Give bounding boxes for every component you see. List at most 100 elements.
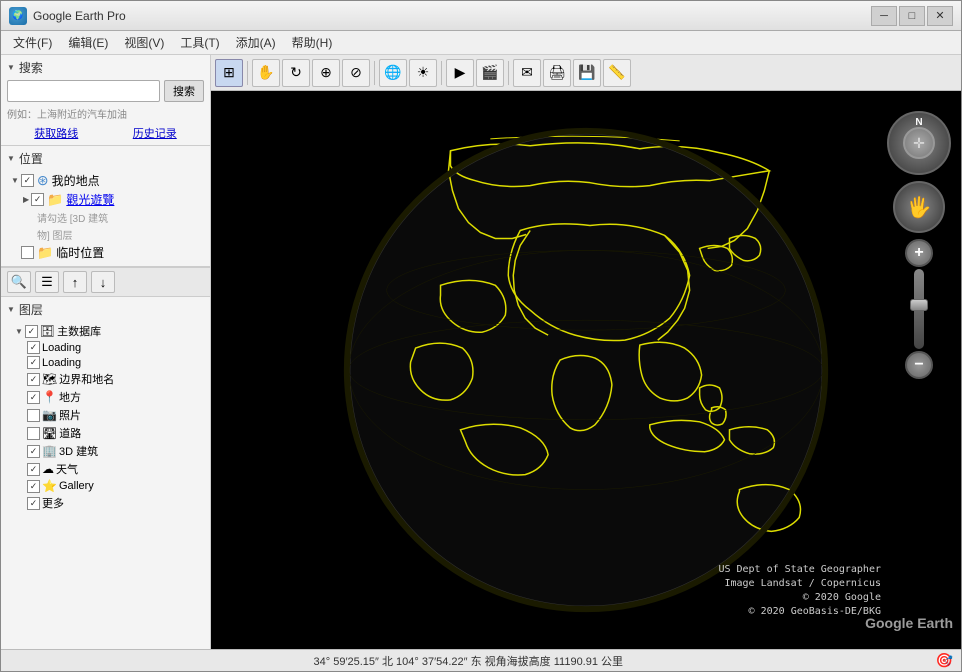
google-earth-watermark: Google Earth bbox=[865, 615, 953, 631]
positions-section: ▼ 位置 ▼ ⊛ 我的地点 ▶ 📁 觀光遊覽 bbox=[1, 146, 210, 267]
menu-tools[interactable]: 工具(T) bbox=[172, 32, 227, 53]
zoom-thumb[interactable] bbox=[910, 299, 928, 311]
tb-tour-btn[interactable]: ▶ bbox=[446, 59, 474, 87]
left-panel: ▼ 搜索 搜索 例如：上海附近的汽车加油 获取路线 历史记录 ▼ 位置 bbox=[1, 55, 211, 649]
photos-checkbox[interactable] bbox=[27, 409, 40, 422]
layer-loading2[interactable]: Loading bbox=[7, 355, 204, 370]
menu-add[interactable]: 添加(A) bbox=[228, 32, 284, 53]
tb-pan-btn[interactable]: ✋ bbox=[252, 59, 280, 87]
main-db-checkbox[interactable] bbox=[25, 325, 38, 338]
roads-checkbox[interactable] bbox=[27, 427, 40, 440]
search-ctrl-btn[interactable]: 🔍 bbox=[7, 271, 31, 293]
loading1-label: Loading bbox=[42, 342, 81, 354]
search-triangle: ▼ bbox=[7, 63, 15, 72]
my-places-item[interactable]: ▼ ⊛ 我的地点 bbox=[7, 171, 204, 190]
globe-area[interactable]: N ✛ 🖐 + − bbox=[211, 91, 961, 649]
layer-gallery[interactable]: ⭐ Gallery bbox=[7, 478, 204, 494]
tilt-icon: 🖐 bbox=[907, 195, 932, 220]
sightseeing-checkbox[interactable] bbox=[31, 193, 44, 206]
gallery-checkbox[interactable] bbox=[27, 480, 40, 493]
layers-scroll[interactable]: ▼ 🗄 主数据库 Loading Loading bbox=[7, 322, 204, 512]
places-checkbox[interactable] bbox=[27, 391, 40, 404]
search-button[interactable]: 搜索 bbox=[164, 80, 204, 102]
layer-borders[interactable]: 🗺 边界和地名 bbox=[7, 370, 204, 388]
tb-email-btn[interactable]: ✉ bbox=[513, 59, 541, 87]
gps-icon[interactable]: 🎯 bbox=[936, 652, 953, 669]
my-places-label: 我的地点 bbox=[52, 172, 100, 189]
search-header[interactable]: ▼ 搜索 bbox=[7, 59, 204, 76]
down-ctrl-btn[interactable]: ↓ bbox=[91, 271, 115, 293]
layer-3d-buildings[interactable]: 🏢 3D 建筑 bbox=[7, 442, 204, 460]
weather-icon: ☁ bbox=[42, 462, 54, 476]
tb-tilt-btn[interactable]: ⊘ bbox=[342, 59, 370, 87]
layer-more[interactable]: 更多 bbox=[7, 494, 204, 512]
list-ctrl-btn[interactable]: ☰ bbox=[35, 271, 59, 293]
nav-controls: N ✛ 🖐 + − bbox=[887, 111, 951, 379]
3d-hint-item2: 物] 图层 bbox=[7, 226, 204, 243]
window-buttons: ─ □ ✕ bbox=[871, 6, 953, 26]
layer-photos[interactable]: 📷 照片 bbox=[7, 406, 204, 424]
layer-main-db[interactable]: ▼ 🗄 主数据库 bbox=[7, 322, 204, 340]
layer-weather[interactable]: ☁ 天气 bbox=[7, 460, 204, 478]
statusbar: 34° 59′25.15″ 北 104° 37′54.22″ 东 视角海拔高度 … bbox=[1, 649, 961, 671]
minimize-button[interactable]: ─ bbox=[871, 6, 897, 26]
titlebar: 🌍 Google Earth Pro ─ □ ✕ bbox=[1, 1, 961, 31]
photos-label: 照片 bbox=[59, 407, 81, 423]
get-directions-link[interactable]: 获取路线 bbox=[34, 125, 78, 141]
layer-places[interactable]: 📍 地方 bbox=[7, 388, 204, 406]
menu-help[interactable]: 帮助(H) bbox=[284, 32, 341, 53]
close-button[interactable]: ✕ bbox=[927, 6, 953, 26]
weather-checkbox[interactable] bbox=[27, 463, 40, 476]
3d-buildings-checkbox[interactable] bbox=[27, 445, 40, 458]
gallery-icon: ⭐ bbox=[42, 479, 57, 493]
menu-edit[interactable]: 编辑(E) bbox=[60, 32, 116, 53]
layer-loading1[interactable]: Loading bbox=[7, 340, 204, 355]
tb-globe-btn[interactable]: ⊞ bbox=[215, 59, 243, 87]
temp-places-icon: 📁 bbox=[37, 245, 53, 261]
positions-header[interactable]: ▼ 位置 bbox=[7, 150, 204, 167]
3d-hint-label2: 物] 图层 bbox=[37, 227, 73, 242]
layers-header[interactable]: ▼ 图层 bbox=[7, 301, 204, 318]
zoom-out-btn[interactable]: − bbox=[905, 351, 933, 379]
zoom-in-btn[interactable]: + bbox=[905, 239, 933, 267]
search-input[interactable] bbox=[7, 80, 160, 102]
toolbar-sep3 bbox=[441, 61, 442, 85]
sightseeing-arrow: ▶ bbox=[23, 195, 29, 204]
up-ctrl-btn[interactable]: ↑ bbox=[63, 271, 87, 293]
tb-measure-btn[interactable]: 📏 bbox=[603, 59, 631, 87]
tb-zoom-area-btn[interactable]: ⊕ bbox=[312, 59, 340, 87]
main-db-arrow: ▼ bbox=[15, 327, 23, 336]
borders-label: 边界和地名 bbox=[59, 371, 114, 387]
tb-grid-btn[interactable]: 🌐 bbox=[379, 59, 407, 87]
tb-sun-btn[interactable]: ☀ bbox=[409, 59, 437, 87]
temp-places-label: 临时位置 bbox=[56, 244, 104, 261]
tb-print-btn[interactable]: 🖨 bbox=[543, 59, 571, 87]
app-icon: 🌍 bbox=[9, 7, 27, 25]
tb-rotate-btn[interactable]: ↻ bbox=[282, 59, 310, 87]
menubar: 文件(F) 编辑(E) 视图(V) 工具(T) 添加(A) 帮助(H) bbox=[1, 31, 961, 55]
borders-checkbox[interactable] bbox=[27, 373, 40, 386]
my-places-checkbox[interactable] bbox=[21, 174, 34, 187]
history-link[interactable]: 历史记录 bbox=[133, 125, 177, 141]
loading2-checkbox[interactable] bbox=[27, 356, 40, 369]
zoom-track[interactable] bbox=[914, 269, 924, 349]
main-db-label: 主数据库 bbox=[57, 323, 101, 339]
overlay-line1: US Dept of State Geographer bbox=[718, 563, 881, 577]
search-row: 搜索 bbox=[7, 80, 204, 102]
tb-save-btn[interactable]: 💾 bbox=[573, 59, 601, 87]
loading1-checkbox[interactable] bbox=[27, 341, 40, 354]
tb-movie-btn[interactable]: 🎬 bbox=[476, 59, 504, 87]
loading2-label: Loading bbox=[42, 357, 81, 369]
temp-places-item[interactable]: 📁 临时位置 bbox=[7, 243, 204, 262]
sightseeing-item[interactable]: ▶ 📁 觀光遊覽 bbox=[7, 190, 204, 209]
maximize-button[interactable]: □ bbox=[899, 6, 925, 26]
menu-view[interactable]: 视图(V) bbox=[116, 32, 172, 53]
layers-section: ▼ 图层 ▼ 🗄 主数据库 Loading bbox=[1, 297, 210, 649]
layer-roads[interactable]: 🛣 道路 bbox=[7, 424, 204, 442]
compass-center[interactable]: ✛ bbox=[903, 127, 935, 159]
temp-places-checkbox[interactable] bbox=[21, 246, 34, 259]
more-checkbox[interactable] bbox=[27, 497, 40, 510]
tilt-control[interactable]: 🖐 bbox=[893, 181, 945, 233]
compass[interactable]: N ✛ bbox=[887, 111, 951, 175]
menu-file[interactable]: 文件(F) bbox=[5, 32, 60, 53]
